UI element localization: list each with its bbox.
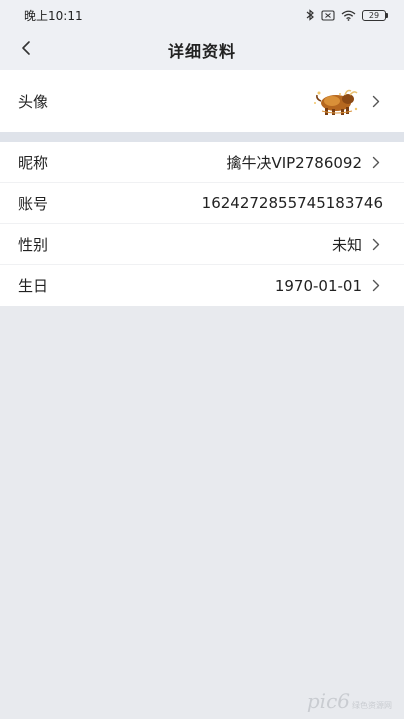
- avatar-value: [310, 85, 380, 117]
- bluetooth-icon: [306, 9, 315, 21]
- gender-value-wrap: 未知: [332, 234, 380, 255]
- nickname-value: 擒牛决VIP2786092: [226, 153, 362, 172]
- chevron-left-icon: [20, 40, 32, 60]
- watermark-text: 绿色资源网: [352, 701, 392, 710]
- battery-level: 29: [362, 9, 386, 21]
- status-icons: 29: [306, 9, 388, 21]
- chevron-right-icon: [372, 95, 380, 108]
- avatar: [310, 85, 362, 117]
- nickname-label: 昵称: [18, 153, 49, 172]
- account-label: 账号: [18, 194, 49, 213]
- nickname-row[interactable]: 昵称 擒牛决VIP2786092: [0, 142, 404, 183]
- avatar-card: 头像: [0, 70, 404, 132]
- watermark: pic6 绿色资源网: [307, 689, 392, 713]
- birthday-label: 生日: [18, 277, 49, 295]
- nav-bar: 详细资料: [0, 30, 404, 70]
- birthday-value: 1970-01-01: [274, 276, 362, 295]
- no-sim-icon: [321, 9, 335, 21]
- chevron-right-icon: [372, 279, 380, 292]
- wifi-icon: [341, 10, 356, 21]
- status-bar: 晚上10:11 29: [0, 0, 404, 30]
- section-divider: [0, 132, 404, 142]
- gender-value: 未知: [331, 235, 362, 254]
- battery-icon: 29: [362, 9, 388, 21]
- watermark-logo: pic6: [306, 689, 350, 713]
- chevron-right-icon: [372, 238, 380, 251]
- status-time: 晚上10:11: [24, 8, 83, 23]
- gender-row[interactable]: 性别 未知: [0, 224, 404, 265]
- birthday-row[interactable]: 生日 1970-01-01: [0, 265, 404, 306]
- page-title: 详细资料: [167, 42, 236, 61]
- account-value-wrap: 1624272855745183746: [202, 194, 383, 212]
- chevron-right-icon: [372, 156, 380, 169]
- avatar-row[interactable]: 头像: [0, 70, 404, 132]
- gender-label: 性别: [18, 235, 49, 254]
- avatar-label: 头像: [18, 92, 49, 111]
- back-button[interactable]: [12, 34, 40, 66]
- account-row: 账号 1624272855745183746: [0, 183, 404, 224]
- profile-info-card: 昵称 擒牛决VIP2786092 账号 1624272855745183746 …: [0, 142, 404, 306]
- birthday-value-wrap: 1970-01-01: [275, 277, 380, 295]
- account-value: 1624272855745183746: [201, 194, 383, 212]
- nickname-value-wrap: 擒牛决VIP2786092: [226, 152, 380, 173]
